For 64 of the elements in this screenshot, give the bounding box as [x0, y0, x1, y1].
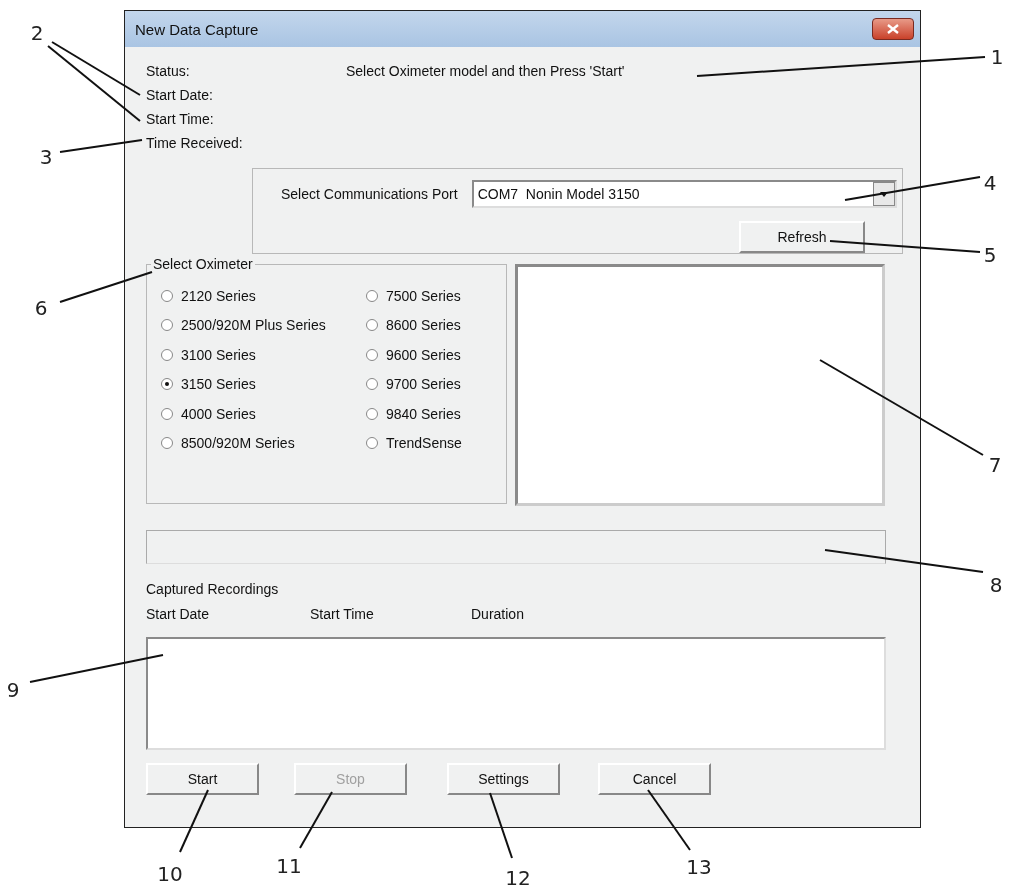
radio-option[interactable]: 9600 Series: [366, 346, 506, 363]
window-title: New Data Capture: [135, 20, 259, 38]
column-header: Start Time: [310, 606, 375, 622]
radio-button[interactable]: [161, 437, 173, 450]
info-label: Time Received:: [146, 135, 243, 151]
refresh-button[interactable]: Refresh: [739, 221, 865, 253]
radio-option[interactable]: 7500 Series: [366, 287, 506, 304]
close-button[interactable]: [872, 18, 914, 40]
radio-button[interactable]: [161, 289, 173, 302]
info-label: Start Date:: [146, 87, 213, 103]
leader-line: [299, 791, 333, 849]
callout-number: 11: [276, 854, 302, 878]
radio-button[interactable]: [366, 407, 378, 420]
leader-line: [647, 789, 691, 851]
callout-number: 10: [157, 862, 183, 886]
radio-option[interactable]: 4000 Series: [161, 405, 366, 422]
radio-option[interactable]: 8500/920M Series: [161, 435, 366, 452]
radio-button[interactable]: [366, 437, 378, 450]
section-title: Captured Recordings: [146, 580, 280, 599]
radio-option[interactable]: 2120 Series: [161, 287, 366, 304]
radio-option[interactable]: 2500/920M Plus Series: [161, 317, 366, 334]
radio-option[interactable]: 3100 Series: [161, 346, 366, 363]
radio-option[interactable]: TrendSense: [366, 435, 506, 452]
leader-line: [179, 789, 209, 853]
column-header: Duration: [471, 606, 525, 622]
radio-option[interactable]: 9700 Series: [366, 376, 506, 393]
callout-number: 9: [6, 678, 20, 702]
callout-number: 12: [505, 866, 531, 890]
status-message: Select Oximeter model and then Press 'Start': [346, 63, 625, 79]
group-title: Select Oximeter: [151, 256, 255, 272]
radio-button[interactable]: [366, 348, 378, 361]
radio-option[interactable]: 8600 Series: [366, 317, 506, 334]
radio-button[interactable]: [161, 319, 173, 332]
callout-number: 2: [30, 21, 44, 45]
radio-option[interactable]: 3150 Series: [161, 376, 366, 393]
leader-line: [489, 792, 513, 859]
radio-button[interactable]: [366, 289, 378, 302]
radio-button[interactable]: [161, 348, 173, 361]
dialog-button[interactable]: Cancel: [598, 763, 711, 795]
info-label: Start Time:: [146, 111, 214, 127]
callout-number: 6: [34, 296, 48, 320]
radio-option[interactable]: 9840 Series: [366, 405, 506, 422]
port-label: Select Communications Port: [281, 186, 458, 202]
callout-number: 7: [988, 453, 1002, 477]
callout-number: 3: [39, 145, 53, 169]
radio-button[interactable]: [366, 319, 378, 332]
column-header: Start Date: [146, 606, 211, 622]
close-icon: [887, 24, 899, 34]
radio-button[interactable]: [161, 407, 173, 420]
port-value: COM7 Nonin Model 3150: [477, 186, 640, 202]
status-label: Status:: [146, 63, 191, 79]
recordings-list[interactable]: [146, 637, 886, 750]
dropdown-button[interactable]: [873, 182, 895, 206]
callout-number: 13: [686, 855, 712, 879]
callout-number: 4: [983, 171, 997, 195]
port-dropdown[interactable]: COM7 Nonin Model 3150: [471, 180, 897, 208]
radio-button[interactable]: [161, 378, 173, 391]
callout-number: 5: [983, 243, 997, 267]
callout-number: 8: [989, 573, 1003, 597]
radio-button[interactable]: [366, 378, 378, 391]
dialog-button[interactable]: Settings: [447, 763, 560, 795]
caret-icon: [880, 191, 888, 197]
callout-number: 1: [990, 45, 1004, 69]
dialog-button[interactable]: Start: [146, 763, 259, 795]
